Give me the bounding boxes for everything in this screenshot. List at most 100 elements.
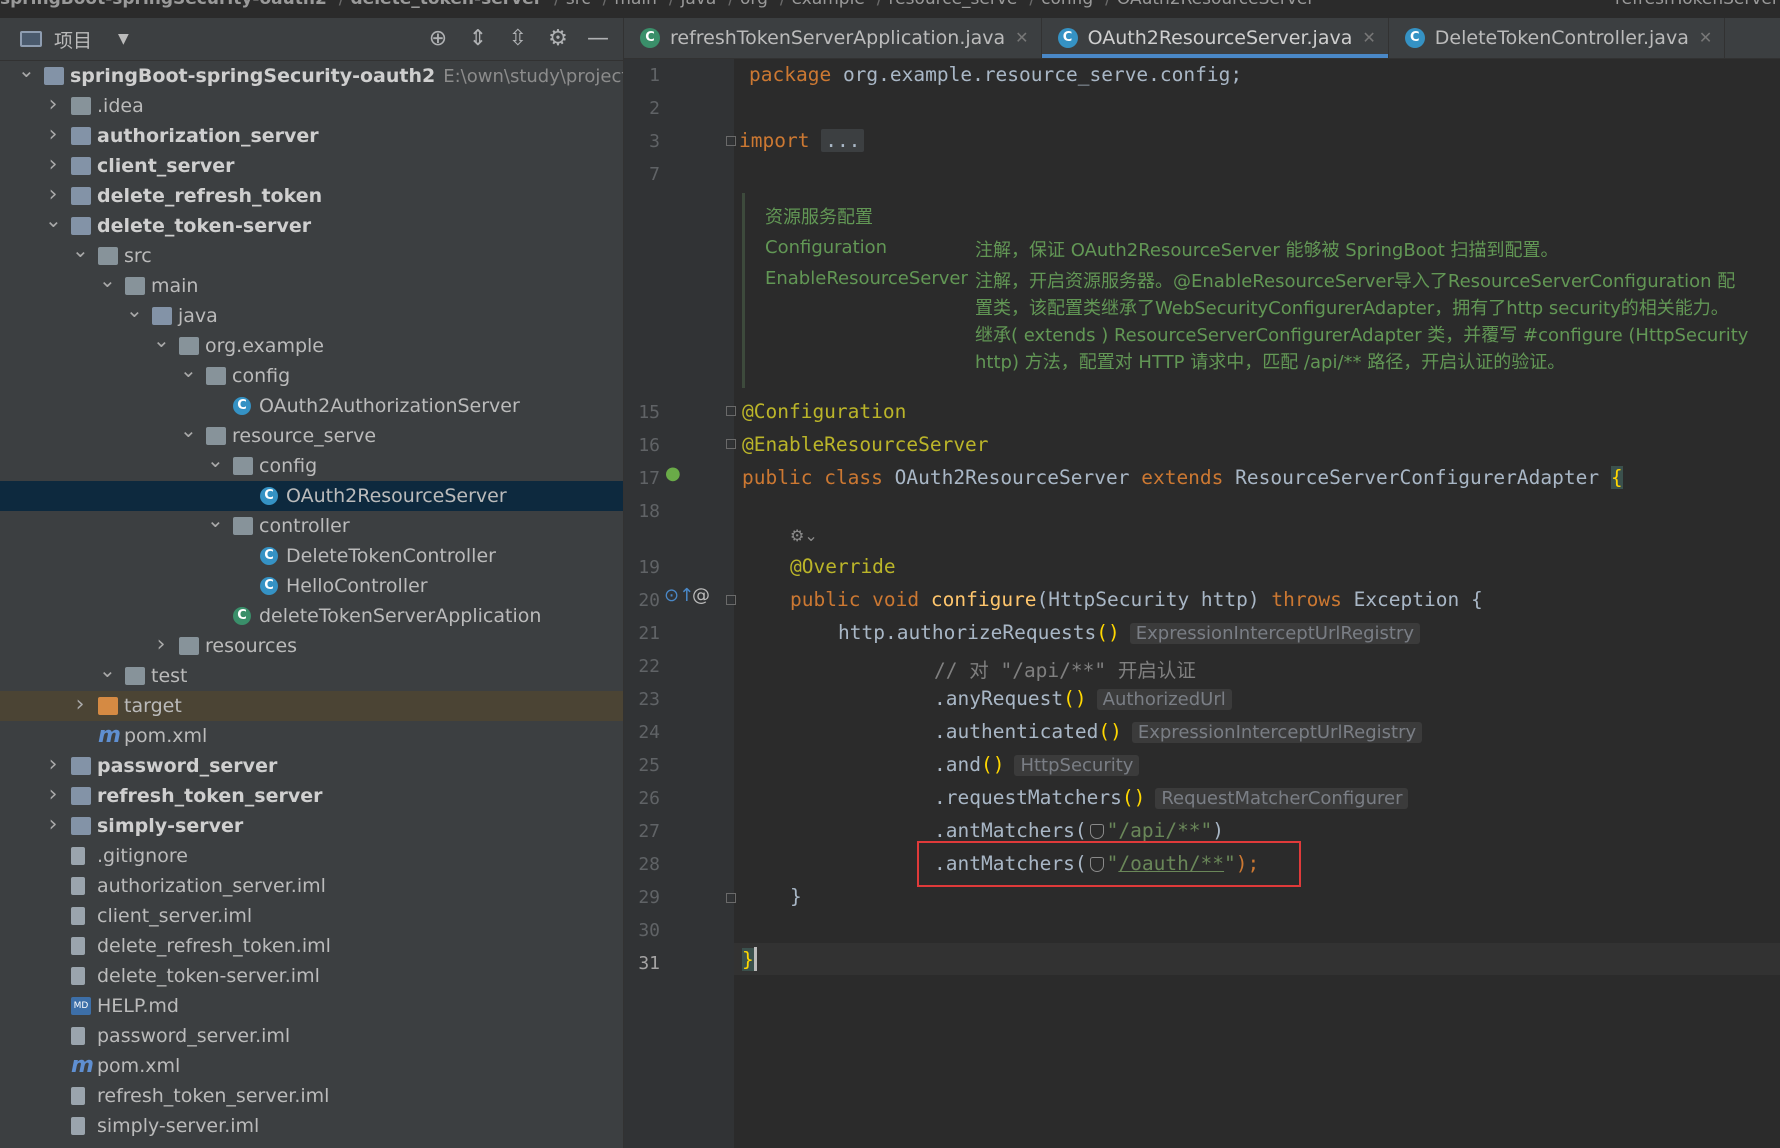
chevron-down-icon[interactable]: ⌄ (45, 205, 62, 235)
file-icon (71, 1027, 85, 1045)
line-number: 28 (638, 854, 660, 875)
tree-item[interactable]: .gitignore (0, 841, 623, 871)
tree-item[interactable]: C OAuth2AuthorizationServer (0, 391, 623, 421)
chevron-down-icon[interactable]: ⌄ (18, 55, 35, 85)
spring-class-icon: C (640, 28, 660, 48)
chevron-down-icon[interactable]: ⌄ (99, 265, 116, 295)
tree-item[interactable]: › .idea (0, 91, 623, 121)
tree-item[interactable]: simply-server.iml (0, 1111, 623, 1141)
chevron-right-icon[interactable]: › (45, 120, 61, 150)
chevron-down-icon[interactable]: ⌄ (126, 295, 143, 325)
collapse-all-icon[interactable]: ⇳ (505, 26, 531, 52)
minimize-icon[interactable]: — (585, 26, 611, 52)
tree-item[interactable]: › password_server (0, 751, 623, 781)
spring-bean-icon[interactable]: ● (665, 463, 681, 484)
fold-marker[interactable] (726, 595, 736, 605)
close-icon[interactable]: ✕ (1362, 18, 1375, 58)
tree-item[interactable]: client_server.iml (0, 901, 623, 931)
tree-item[interactable]: ⌄ src (0, 238, 623, 271)
file-icon (71, 1087, 85, 1105)
tree-item[interactable]: › authorization_server (0, 121, 623, 151)
chevron-right-icon[interactable]: › (72, 690, 88, 720)
breadcrumb-item[interactable]: resource_serve (889, 0, 1018, 9)
breadcrumb-item[interactable]: springBoot-springSecurity-oauth2 (0, 0, 327, 9)
breadcrumb-item[interactable]: OAuth2ResourceServer (1117, 0, 1314, 9)
breadcrumb-item[interactable]: example (792, 0, 865, 9)
tree-item[interactable]: ⌄ config (0, 448, 623, 481)
tree-item[interactable]: › delete_refresh_token (0, 181, 623, 211)
close-icon[interactable]: ✕ (1015, 18, 1028, 58)
tree-item[interactable]: MD HELP.md (0, 991, 623, 1021)
chevron-down-icon[interactable]: ⌄ (153, 325, 170, 355)
tree-item[interactable]: ⌄ config (0, 358, 623, 391)
tree-item[interactable]: delete_token-server.iml (0, 961, 623, 991)
tree-item[interactable]: › resources (0, 631, 623, 661)
breadcrumb-item[interactable]: java (681, 0, 717, 9)
tree-item[interactable]: refresh_token_server.iml (0, 1081, 623, 1111)
chevron-down-icon[interactable]: ⌄ (207, 505, 224, 535)
breadcrumb-item[interactable]: org (740, 0, 768, 9)
code-line-27: .antMatchers("/api/**") (934, 819, 1225, 842)
tree-item[interactable]: ⌄ springBoot-springSecurity-oauth2 E:\own\… (0, 58, 623, 91)
locate-icon[interactable]: ⊕ (425, 26, 451, 52)
editor-tab[interactable]: C OAuth2ResourceServer.java ✕ (1041, 18, 1389, 58)
fold-marker[interactable] (726, 893, 736, 903)
tree-item[interactable]: m pom.xml (0, 721, 623, 751)
tree-item[interactable]: ⌄ resource_serve (0, 418, 623, 451)
expand-all-icon[interactable]: ⇕ (465, 26, 491, 52)
chevron-down-icon[interactable]: ⌄ (180, 355, 197, 385)
chevron-right-icon[interactable]: › (45, 810, 61, 840)
tree-item[interactable]: ⌄ main (0, 268, 623, 301)
code-line-29: } (790, 885, 802, 908)
tree-item[interactable]: C DeleteTokenController (0, 541, 623, 571)
editor-tab[interactable]: CrefreshTokenServerApplication.java ✕ (624, 18, 1042, 58)
breadcrumb-item[interactable]: src (566, 0, 591, 9)
tree-item[interactable]: › refresh_token_server (0, 781, 623, 811)
annotation-icon[interactable]: @ (692, 585, 710, 606)
breadcrumb-separator: / (1105, 0, 1111, 9)
chevron-right-icon[interactable]: › (45, 90, 61, 120)
tree-item[interactable]: delete_refresh_token.iml (0, 931, 623, 961)
tree-item[interactable]: › simply-server (0, 811, 623, 841)
inlay-settings-icon[interactable]: ⚙⌄ (790, 526, 818, 545)
chevron-right-icon[interactable]: › (45, 780, 61, 810)
tree-item[interactable]: C OAuth2ResourceServer (0, 481, 623, 511)
tree-item-label: simply-server (97, 815, 244, 837)
project-panel-title[interactable]: 项目 (54, 26, 92, 53)
tree-item[interactable]: m pom.xml (0, 1051, 623, 1081)
tree-item[interactable]: ⌄ delete_token-server (0, 208, 623, 241)
fold-marker[interactable] (726, 439, 736, 449)
breadcrumb-item[interactable]: main (614, 0, 656, 9)
tree-item[interactable]: C HelloController (0, 571, 623, 601)
breadcrumb-item[interactable]: delete_token-server (351, 0, 543, 9)
tree-item[interactable]: password_server.iml (0, 1021, 623, 1051)
chevron-down-icon[interactable]: ⌄ (99, 655, 116, 685)
chevron-right-icon[interactable]: › (153, 630, 169, 660)
tree-item[interactable]: ⌄ test (0, 658, 623, 691)
gear-icon[interactable]: ⚙ (545, 26, 571, 52)
chevron-down-icon[interactable]: ▼ (118, 31, 129, 47)
close-icon[interactable]: ✕ (1699, 18, 1712, 58)
code-line-22: // 对 "/api/**" 开启认证 (934, 659, 1196, 682)
tree-item[interactable]: ⌄ controller (0, 508, 623, 541)
tree-item[interactable]: CdeleteTokenServerApplication (0, 601, 623, 631)
fold-marker[interactable] (726, 136, 736, 146)
folder-icon (125, 667, 145, 685)
chevron-right-icon[interactable]: › (45, 750, 61, 780)
chevron-down-icon[interactable]: ⌄ (180, 415, 197, 445)
tree-item[interactable]: › client_server (0, 151, 623, 181)
editor-tab[interactable]: C DeleteTokenController.java ✕ (1389, 18, 1726, 58)
override-icon[interactable]: ⊙↑ (664, 585, 694, 606)
run-config-label[interactable]: refreshTokenServer (1615, 0, 1779, 8)
tree-item[interactable]: ⌄ org.example (0, 328, 623, 361)
code-line-16: @EnableResourceServer (742, 433, 989, 456)
tree-item[interactable]: › target (0, 691, 623, 721)
breadcrumb-item[interactable]: config (1041, 0, 1093, 9)
fold-marker[interactable] (726, 406, 736, 416)
chevron-down-icon[interactable]: ⌄ (72, 235, 89, 265)
chevron-right-icon[interactable]: › (45, 150, 61, 180)
chevron-down-icon[interactable]: ⌄ (207, 445, 224, 475)
tree-item[interactable]: ⌄ java (0, 298, 623, 331)
tree-item-label: OAuth2ResourceServer (286, 485, 507, 507)
tree-item[interactable]: authorization_server.iml (0, 871, 623, 901)
